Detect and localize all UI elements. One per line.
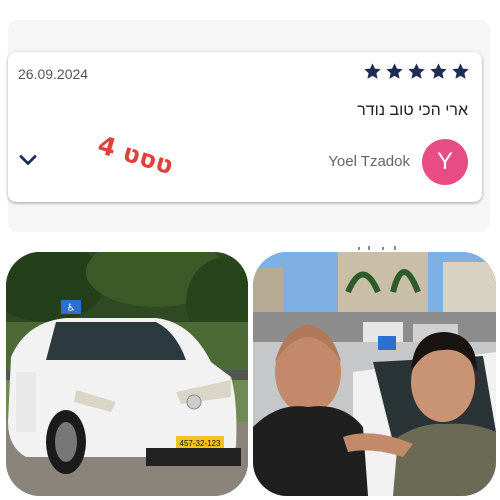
selfie-photo [253,252,496,496]
review-card: 26.09.2024 ארי הכי טוב נודר טסט 4 Yoel T… [8,52,482,202]
chevron-down-icon[interactable] [18,150,38,170]
star-rating [363,62,470,81]
svg-text:♿: ♿ [67,303,76,314]
star-icon [430,63,447,79]
star-icon [452,63,469,79]
review-text: ארי הכי טוב נודר [357,102,468,119]
reviewer-name: Yoel Tzadok [328,153,410,170]
star-icon [408,63,425,79]
decorative-marks [358,246,396,250]
review-date: 26.09.2024 [18,66,89,82]
handwritten-note: טסט 4 [94,130,177,181]
star-icon [386,63,403,79]
star-icon [364,63,381,79]
avatar: Y [422,139,468,185]
car-photo: ♿ 457-32-123 [6,252,248,496]
review-section: 26.09.2024 ארי הכי טוב נודר טסט 4 Yoel T… [0,0,500,240]
avatar-initial: Y [436,148,453,175]
license-plate: 457-32-123 [180,439,221,448]
